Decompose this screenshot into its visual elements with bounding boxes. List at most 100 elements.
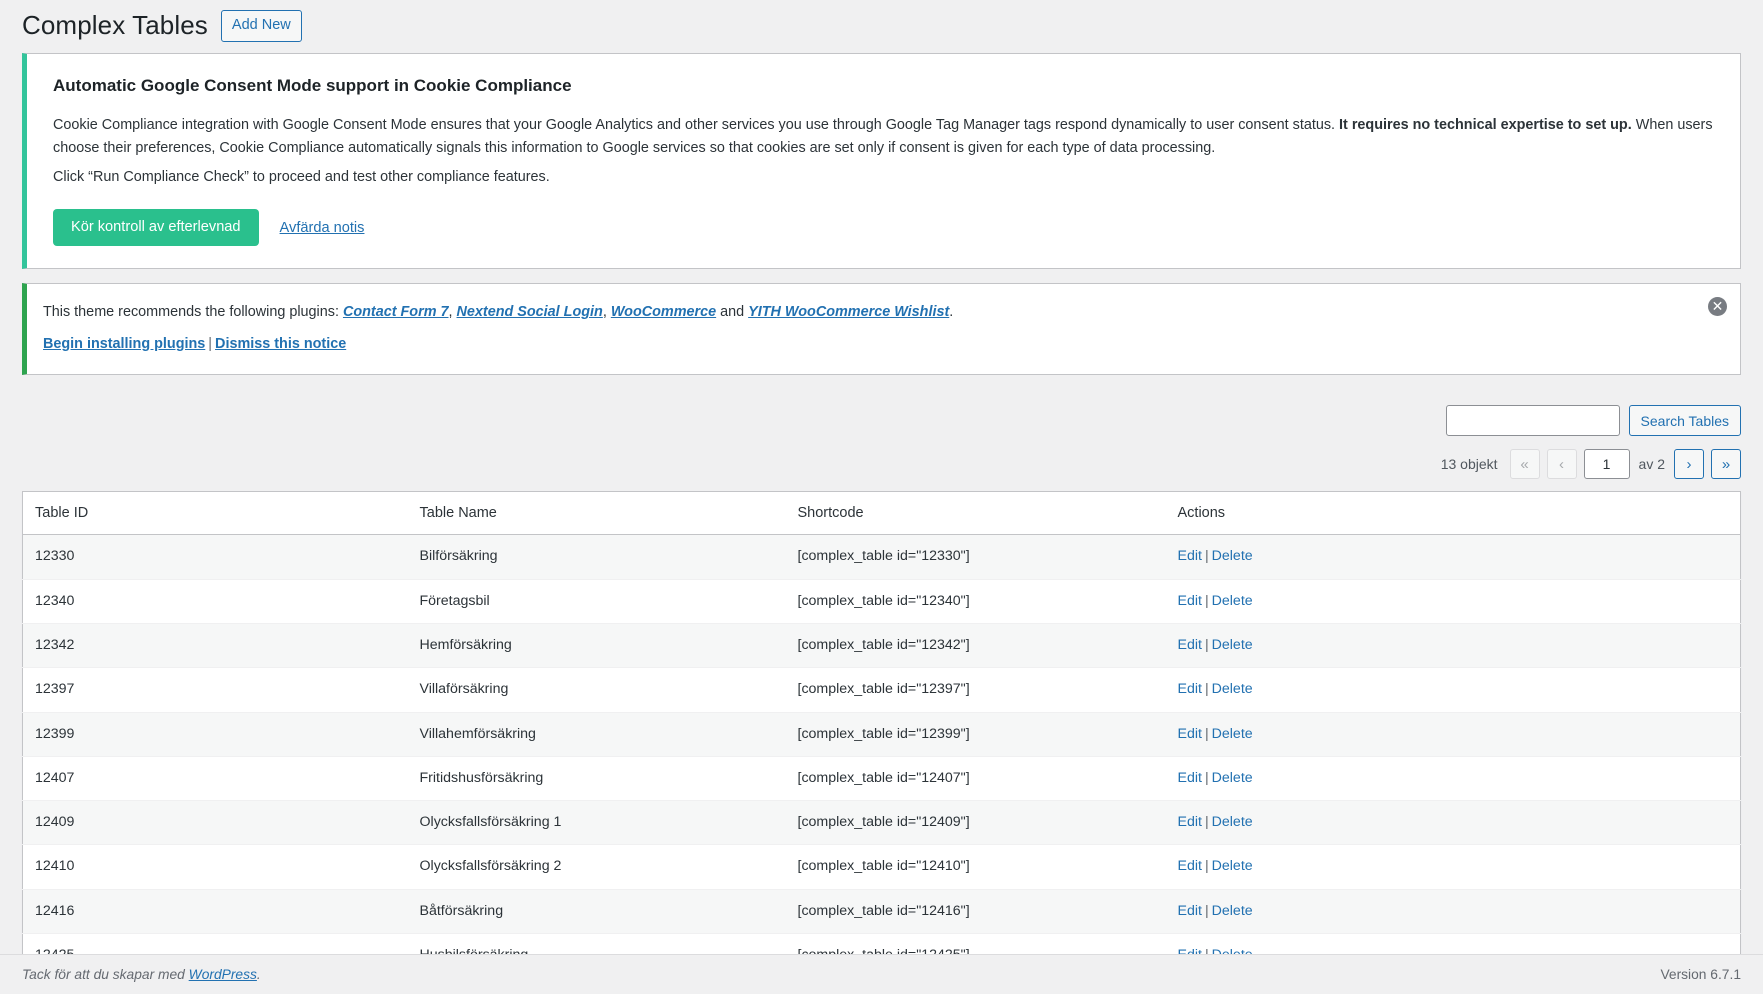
- cell-shortcode: [complex_table id="12397"]: [786, 668, 1166, 712]
- cell-table-id: 12409: [23, 801, 408, 845]
- cell-actions: Edit|Delete: [1166, 889, 1741, 933]
- cell-shortcode: [complex_table id="12330"]: [786, 535, 1166, 579]
- last-page-button-top[interactable]: »: [1711, 449, 1741, 479]
- table-row: 12410Olycksfallsförsäkring 2[complex_tab…: [23, 845, 1741, 889]
- page-title: Complex Tables: [22, 9, 208, 43]
- plugin-comma-2: ,: [603, 304, 611, 320]
- cell-actions: Edit|Delete: [1166, 756, 1741, 800]
- edit-link[interactable]: Edit: [1178, 814, 1202, 830]
- action-separator: |: [1202, 903, 1212, 919]
- cell-shortcode: [complex_table id="12399"]: [786, 712, 1166, 756]
- cookie-notice-heading: Automatic Google Consent Mode support in…: [53, 74, 1714, 98]
- edit-link[interactable]: Edit: [1178, 548, 1202, 564]
- cell-table-name: Villahemförsäkring: [408, 712, 786, 756]
- action-separator: |: [1202, 593, 1212, 609]
- delete-link[interactable]: Delete: [1212, 903, 1253, 919]
- table-row: 12416Båtförsäkring[complex_table id="124…: [23, 889, 1741, 933]
- close-icon[interactable]: ✕: [1708, 297, 1727, 316]
- cell-actions: Edit|Delete: [1166, 712, 1741, 756]
- cookie-notice-paragraph-2: Click “Run Compliance Check” to proceed …: [53, 166, 1714, 190]
- plugin-link-contact-form-7[interactable]: Contact Form 7: [343, 304, 449, 320]
- cell-table-name: Företagsbil: [408, 579, 786, 623]
- cell-table-id: 12407: [23, 756, 408, 800]
- cell-table-id: 12340: [23, 579, 408, 623]
- cell-shortcode: [complex_table id="12407"]: [786, 756, 1166, 800]
- dismiss-cookie-notice-link[interactable]: Avfärda notis: [280, 220, 365, 236]
- delete-link[interactable]: Delete: [1212, 726, 1253, 742]
- plugin-link-yith-woocommerce-wishlist[interactable]: YITH WooCommerce Wishlist: [748, 304, 949, 320]
- page-header: Complex Tables Add New: [22, 0, 1741, 53]
- tables-list: Table ID Table Name Shortcode Actions 12…: [22, 491, 1741, 994]
- table-row: 12407Fritidshusförsäkring[complex_table …: [23, 756, 1741, 800]
- delete-link[interactable]: Delete: [1212, 593, 1253, 609]
- run-compliance-check-button[interactable]: Kör kontroll av efterlevnad: [53, 209, 259, 247]
- plugin-notice-actions: Begin installing plugins|Dismiss this no…: [43, 332, 1714, 356]
- cell-table-name: Bilförsäkring: [408, 535, 786, 579]
- action-separator: |: [1202, 637, 1212, 653]
- cell-actions: Edit|Delete: [1166, 801, 1741, 845]
- edit-link[interactable]: Edit: [1178, 637, 1202, 653]
- edit-link[interactable]: Edit: [1178, 903, 1202, 919]
- search-input[interactable]: [1446, 405, 1620, 436]
- plugin-action-separator: |: [205, 336, 215, 352]
- cell-actions: Edit|Delete: [1166, 535, 1741, 579]
- edit-link[interactable]: Edit: [1178, 726, 1202, 742]
- edit-link[interactable]: Edit: [1178, 681, 1202, 697]
- cell-shortcode: [complex_table id="12340"]: [786, 579, 1166, 623]
- table-header-row: Table ID Table Name Shortcode Actions: [23, 492, 1741, 535]
- cookie-compliance-notice: Automatic Google Consent Mode support in…: [22, 53, 1741, 270]
- total-pages-label-top: av 2: [1637, 456, 1667, 472]
- footer-thanks-text: Tack för att du skapar med WordPress.: [22, 967, 261, 982]
- begin-installing-plugins-link[interactable]: Begin installing plugins: [43, 336, 205, 352]
- delete-link[interactable]: Delete: [1212, 814, 1253, 830]
- action-separator: |: [1202, 814, 1212, 830]
- column-header-shortcode[interactable]: Shortcode: [786, 492, 1166, 535]
- cell-shortcode: [complex_table id="12342"]: [786, 623, 1166, 667]
- plugin-comma-1: ,: [449, 304, 457, 320]
- action-separator: |: [1202, 858, 1212, 874]
- table-row: 12330Bilförsäkring[complex_table id="123…: [23, 535, 1741, 579]
- cell-table-name: Båtförsäkring: [408, 889, 786, 933]
- edit-link[interactable]: Edit: [1178, 593, 1202, 609]
- next-page-button-top[interactable]: ›: [1674, 449, 1704, 479]
- table-row: 12399Villahemförsäkring[complex_table id…: [23, 712, 1741, 756]
- first-page-button-top: «: [1510, 449, 1540, 479]
- plugin-link-nextend-social-login[interactable]: Nextend Social Login: [457, 304, 603, 320]
- cookie-notice-paragraph-1: Cookie Compliance integration with Googl…: [53, 114, 1714, 162]
- action-separator: |: [1202, 770, 1212, 786]
- cookie-text-part-a: Cookie Compliance integration with Googl…: [53, 117, 1339, 133]
- action-separator: |: [1202, 548, 1212, 564]
- cell-actions: Edit|Delete: [1166, 845, 1741, 889]
- table-row: 12397Villaförsäkring[complex_table id="1…: [23, 668, 1741, 712]
- cell-actions: Edit|Delete: [1166, 623, 1741, 667]
- delete-link[interactable]: Delete: [1212, 858, 1253, 874]
- cell-table-id: 12397: [23, 668, 408, 712]
- cookie-notice-actions: Kör kontroll av efterlevnad Avfärda noti…: [53, 209, 1714, 247]
- plugin-link-woocommerce[interactable]: WooCommerce: [611, 304, 716, 320]
- plugin-and-word: and: [716, 304, 748, 320]
- delete-link[interactable]: Delete: [1212, 770, 1253, 786]
- edit-link[interactable]: Edit: [1178, 858, 1202, 874]
- column-header-table-id[interactable]: Table ID: [23, 492, 408, 535]
- add-new-button[interactable]: Add New: [221, 10, 302, 43]
- dismiss-plugin-notice-link[interactable]: Dismiss this notice: [215, 336, 346, 352]
- column-header-table-name[interactable]: Table Name: [408, 492, 786, 535]
- delete-link[interactable]: Delete: [1212, 637, 1253, 653]
- cell-shortcode: [complex_table id="12410"]: [786, 845, 1166, 889]
- search-tables-button[interactable]: Search Tables: [1629, 405, 1741, 436]
- plugin-notice-intro: This theme recommends the following plug…: [43, 304, 343, 320]
- cell-table-id: 12416: [23, 889, 408, 933]
- cell-shortcode: [complex_table id="12416"]: [786, 889, 1166, 933]
- footer-version: Version 6.7.1: [1660, 967, 1741, 982]
- wordpress-link[interactable]: WordPress: [189, 967, 257, 982]
- delete-link[interactable]: Delete: [1212, 548, 1253, 564]
- table-row: 12409Olycksfallsförsäkring 1[complex_tab…: [23, 801, 1741, 845]
- footer-thanks-prefix: Tack för att du skapar med: [22, 967, 189, 982]
- plugin-period: .: [949, 304, 953, 320]
- delete-link[interactable]: Delete: [1212, 681, 1253, 697]
- edit-link[interactable]: Edit: [1178, 770, 1202, 786]
- cell-table-name: Hemförsäkring: [408, 623, 786, 667]
- current-page-input-top[interactable]: [1584, 449, 1630, 479]
- plugin-notice-text: This theme recommends the following plug…: [43, 300, 1714, 324]
- cookie-text-emphasis: It requires no technical expertise to se…: [1339, 117, 1632, 133]
